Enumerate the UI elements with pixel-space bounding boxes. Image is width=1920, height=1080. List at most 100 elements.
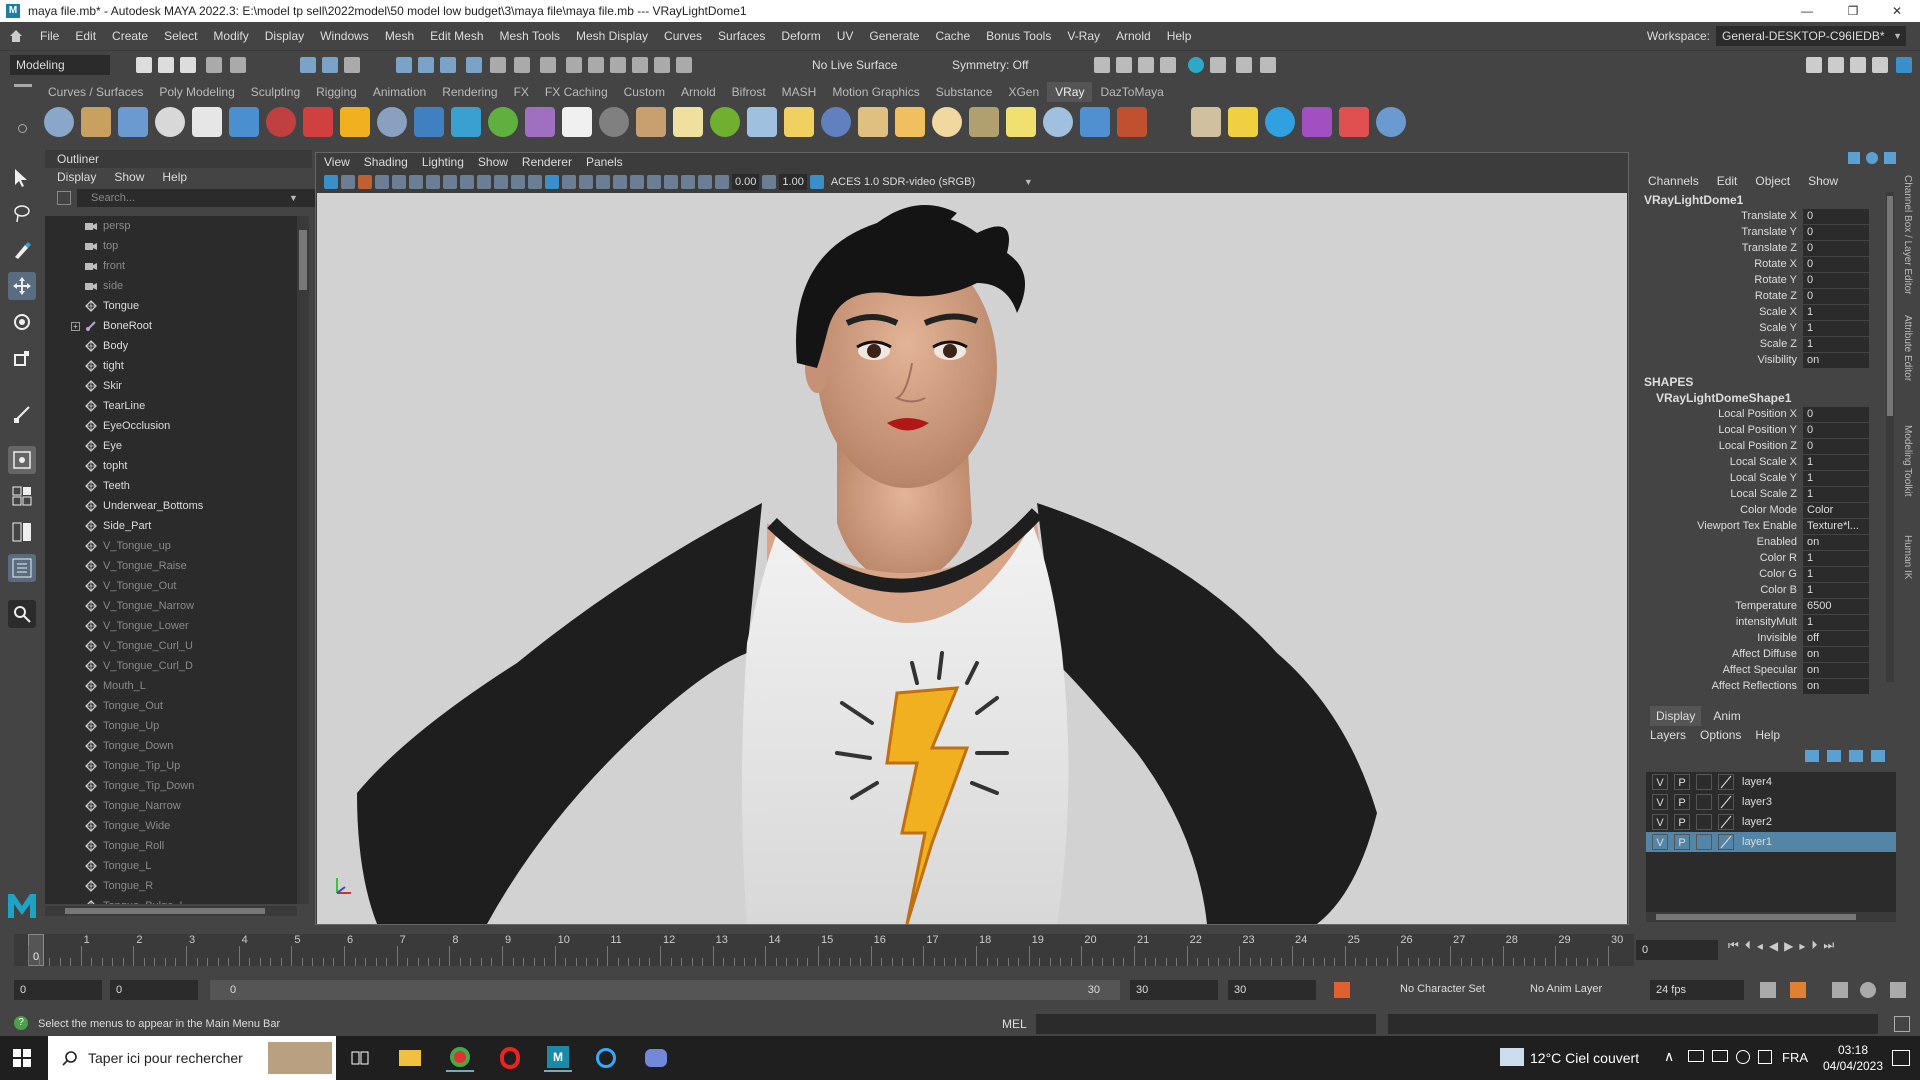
channelbox-menu-show[interactable]: Show <box>1808 170 1838 192</box>
vray-shelf-button-icon[interactable] <box>81 107 111 137</box>
channel-value-field[interactable]: off <box>1803 630 1869 646</box>
menu-v-ray[interactable]: V-Ray <box>1059 29 1108 43</box>
channel-value-field[interactable]: on <box>1803 678 1869 694</box>
pick-mask-icon[interactable] <box>418 57 434 73</box>
outliner-item[interactable]: EyeOcclusion <box>45 416 297 436</box>
textured-icon[interactable] <box>562 175 576 189</box>
vray-shelf-button-icon[interactable] <box>1191 107 1221 137</box>
menu-modify[interactable]: Modify <box>205 29 256 43</box>
chrome-icon[interactable] <box>446 1044 474 1072</box>
shelf-tab-poly-modeling[interactable]: Poly Modeling <box>151 82 242 102</box>
shelf-tab-xgen[interactable]: XGen <box>1000 82 1047 102</box>
xray-joints-icon[interactable] <box>698 175 712 189</box>
outliner-item[interactable]: V_Tongue_Narrow <box>45 596 297 616</box>
channel-value-field[interactable]: 1 <box>1803 566 1869 582</box>
channel-label[interactable]: Scale Z <box>1640 338 1803 350</box>
channel-label[interactable]: Temperature <box>1640 600 1803 612</box>
auto-key-icon[interactable] <box>1334 982 1350 998</box>
menu-create[interactable]: Create <box>104 29 156 43</box>
outliner-search-input[interactable]: Search... <box>77 189 349 207</box>
channel-label[interactable]: Local Position X <box>1640 408 1803 420</box>
layer-visibility-toggle[interactable]: V <box>1652 814 1668 830</box>
layer-color-swatch-icon[interactable] <box>1718 794 1734 810</box>
move-tool-icon[interactable] <box>8 272 36 300</box>
shelf-tab-bifrost[interactable]: Bifrost <box>724 82 774 102</box>
channel-label[interactable]: Local Scale Z <box>1640 488 1803 500</box>
vray-shelf-button-icon[interactable] <box>303 107 333 137</box>
channel-label[interactable]: Local Position Z <box>1640 440 1803 452</box>
language-indicator[interactable]: FRA <box>1782 1050 1808 1065</box>
outliner-layout-icon[interactable] <box>8 554 36 582</box>
outliner-item[interactable]: persp <box>45 216 297 236</box>
channelbox-menu-object[interactable]: Object <box>1755 170 1790 192</box>
move-layer-down-icon[interactable] <box>1827 750 1841 762</box>
resolution-gate-icon[interactable] <box>460 175 474 189</box>
channel-label[interactable]: Local Scale Y <box>1640 472 1803 484</box>
shadows-icon[interactable] <box>596 175 610 189</box>
menu-file[interactable]: File <box>32 29 67 43</box>
image-plane-icon[interactable] <box>375 175 389 189</box>
new-layer-selected-icon[interactable] <box>1849 750 1863 762</box>
outliner-item[interactable]: Teeth <box>45 476 297 496</box>
opera-icon[interactable] <box>496 1044 524 1072</box>
vray-shelf-button-icon[interactable] <box>1117 107 1147 137</box>
open-scene-icon[interactable] <box>158 57 174 73</box>
select-hierarchy-icon[interactable] <box>300 57 316 73</box>
side-tab-channel-box-layer-editor[interactable]: Channel Box / Layer Editor <box>1902 175 1913 295</box>
shape-node-name[interactable]: VRayLightDomeShape1 <box>1640 390 1896 406</box>
channelbox-scrollbar[interactable] <box>1886 192 1894 682</box>
vray-shelf-button-icon[interactable] <box>932 107 962 137</box>
sidebar-toggle-4-icon[interactable] <box>1872 57 1888 73</box>
shelf-tab-fx-caching[interactable]: FX Caching <box>537 82 616 102</box>
2d-pan-zoom-icon[interactable] <box>392 175 406 189</box>
pause-icon[interactable] <box>1260 57 1276 73</box>
side-tab-modeling-toolkit[interactable]: Modeling Toolkit <box>1902 425 1913 497</box>
bookmark-icon[interactable] <box>358 175 372 189</box>
layer-hscrollbar[interactable] <box>1646 912 1896 922</box>
vray-shelf-button-icon[interactable] <box>1228 107 1258 137</box>
vray-shelf-button-icon[interactable] <box>562 107 592 137</box>
exposure-field[interactable]: 0.00 <box>732 174 760 190</box>
select-object-icon[interactable] <box>322 57 338 73</box>
windows-start-icon[interactable] <box>8 1044 36 1072</box>
outliner-item[interactable]: V_Tongue_Out <box>45 576 297 596</box>
render-settings-icon[interactable] <box>1160 57 1176 73</box>
discord-icon[interactable] <box>642 1044 670 1072</box>
current-frame-field[interactable]: 0 <box>1636 940 1718 960</box>
vertex-snap-icon[interactable] <box>676 57 692 73</box>
shelf-tab-daztomaya[interactable]: DazToMaya <box>1092 82 1171 102</box>
viewport-menu-show[interactable]: Show <box>478 155 508 169</box>
menu-windows[interactable]: Windows <box>312 29 377 43</box>
layer-menu-options[interactable]: Options <box>1700 726 1741 744</box>
menu-deform[interactable]: Deform <box>773 29 828 43</box>
channelbox-settings-icon[interactable] <box>1866 152 1878 164</box>
channel-value-field[interactable]: 6500 <box>1803 598 1869 614</box>
shelf-settings-icon[interactable] <box>18 124 27 133</box>
color-management-icon[interactable] <box>809 175 824 189</box>
outliner-hscrollbar[interactable] <box>45 906 297 916</box>
step-back-key-icon[interactable]: ⏴ <box>1745 938 1751 953</box>
channel-value-field[interactable]: on <box>1803 534 1869 550</box>
safe-action-icon[interactable] <box>511 175 525 189</box>
outliner-item[interactable]: V_Tongue_up <box>45 536 297 556</box>
channel-value-field[interactable]: on <box>1803 352 1869 368</box>
render-frame-icon[interactable] <box>1094 57 1110 73</box>
gamma-field[interactable]: 1.00 <box>779 174 807 190</box>
channel-label[interactable]: Rotate Z <box>1640 290 1803 302</box>
channel-label[interactable]: Translate Z <box>1640 242 1803 254</box>
shelf-tab-sculpting[interactable]: Sculpting <box>243 82 308 102</box>
channel-label[interactable]: Enabled <box>1640 536 1803 548</box>
layer-playback-toggle[interactable]: P <box>1674 834 1690 850</box>
outliner-item[interactable]: front <box>45 256 297 276</box>
shelf-tab-arnold[interactable]: Arnold <box>673 82 724 102</box>
vray-shelf-button-icon[interactable] <box>895 107 925 137</box>
vray-shelf-button-icon[interactable] <box>636 107 666 137</box>
channel-value-field[interactable]: 0 <box>1803 406 1869 422</box>
menu-curves[interactable]: Curves <box>656 29 710 43</box>
menu-arnold[interactable]: Arnold <box>1108 29 1159 43</box>
outliner-item[interactable]: TearLine <box>45 396 297 416</box>
playback-start-field[interactable]: 0 <box>110 980 198 1000</box>
layer-menu-help[interactable]: Help <box>1755 726 1780 744</box>
colorspace-dropdown[interactable]: ACES 1.0 SDR-video (sRGB) <box>831 176 1021 188</box>
outliner-item[interactable]: Mouth_L <box>45 676 297 696</box>
